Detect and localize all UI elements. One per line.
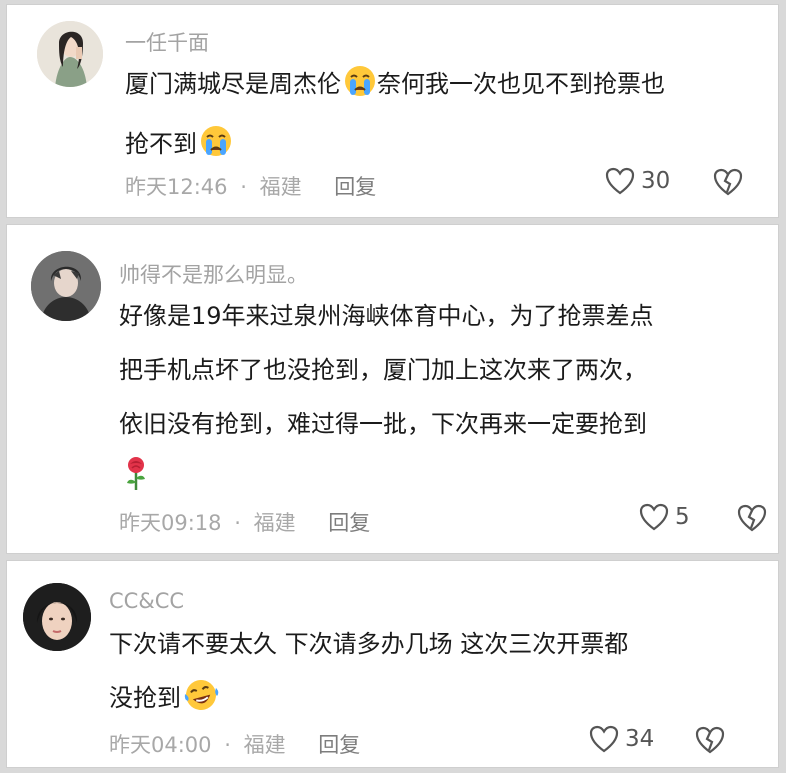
heart-icon xyxy=(605,167,635,195)
meta-separator: · xyxy=(240,175,247,199)
broken-heart-icon xyxy=(713,168,743,196)
like-count: 34 xyxy=(625,726,655,752)
location: 福建 xyxy=(243,733,286,757)
crying-emoji-icon xyxy=(343,63,377,117)
reply-button[interactable]: 回复 xyxy=(318,733,360,757)
comment-text: 下次请不要太久 下次请多办几场 这次三次开票都 没抢到 xyxy=(109,617,628,731)
heart-icon xyxy=(589,725,619,753)
comment-line: 好像是19年来过泉州海峡体育中心，为了抢票差点 xyxy=(119,302,654,330)
comment-meta: 昨天12:46 · 福建 回复 xyxy=(125,171,376,201)
avatar[interactable] xyxy=(37,21,103,87)
comment-line: 没抢到 xyxy=(109,684,181,712)
reply-button[interactable]: 回复 xyxy=(328,511,370,535)
broken-heart-icon xyxy=(695,726,725,754)
comment-line: 厦门满城尽是周杰伦 xyxy=(125,70,341,98)
comment-text: 好像是19年来过泉州海峡体育中心，为了抢票差点 把手机点坏了也没抢到，厦门加上这… xyxy=(119,289,654,511)
laugh-cry-emoji-icon xyxy=(183,677,219,731)
avatar[interactable] xyxy=(31,251,101,321)
username[interactable]: 一任千面 xyxy=(125,27,209,57)
like-button[interactable]: 34 xyxy=(589,725,654,753)
rose-emoji-icon xyxy=(121,456,151,511)
comment-text: 厦门满城尽是周杰伦 奈何我一次也见不到抢票也 抢不到 xyxy=(125,57,665,177)
dislike-button[interactable] xyxy=(713,168,743,200)
reply-button[interactable]: 回复 xyxy=(334,175,376,199)
comment-card: 帅得不是那么明显。 好像是19年来过泉州海峡体育中心，为了抢票差点 把手机点坏了… xyxy=(6,224,779,554)
username[interactable]: 帅得不是那么明显。 xyxy=(119,259,308,289)
like-button[interactable]: 30 xyxy=(605,167,670,195)
comment-line: 依旧没有抢到，难过得一批，下次再来一定要抢到 xyxy=(119,410,647,438)
broken-heart-icon xyxy=(737,504,767,532)
comment-meta: 昨天09:18 · 福建 回复 xyxy=(119,507,370,537)
like-count: 5 xyxy=(675,504,690,530)
username[interactable]: CC&CC xyxy=(109,589,184,613)
timestamp: 昨天09:18 xyxy=(119,511,222,535)
comment-line: 奈何我一次也见不到抢票也 xyxy=(377,70,665,98)
comment-line: 把手机点坏了也没抢到，厦门加上这次来了两次， xyxy=(119,356,647,384)
crying-emoji-icon xyxy=(199,123,233,177)
meta-separator: · xyxy=(234,511,241,535)
timestamp: 昨天04:00 xyxy=(109,733,212,757)
meta-separator: · xyxy=(224,733,231,757)
dislike-button[interactable] xyxy=(737,504,767,536)
heart-icon xyxy=(639,503,669,531)
location: 福建 xyxy=(253,511,296,535)
comment-card: CC&CC 下次请不要太久 下次请多办几场 这次三次开票都 没抢到 昨天04:0… xyxy=(6,560,779,768)
comment-line: 抢不到 xyxy=(125,130,197,158)
like-button[interactable]: 5 xyxy=(639,503,690,531)
location: 福建 xyxy=(259,175,302,199)
timestamp: 昨天12:46 xyxy=(125,175,228,199)
comment-meta: 昨天04:00 · 福建 回复 xyxy=(109,729,360,759)
comment-card: 一任千面 厦门满城尽是周杰伦 奈何我一次也见不到抢票也 抢不到 昨天12:46 … xyxy=(6,4,779,218)
like-count: 30 xyxy=(641,168,671,194)
dislike-button[interactable] xyxy=(695,726,725,758)
avatar[interactable] xyxy=(23,583,91,651)
comment-line: 下次请不要太久 下次请多办几场 这次三次开票都 xyxy=(109,630,629,658)
